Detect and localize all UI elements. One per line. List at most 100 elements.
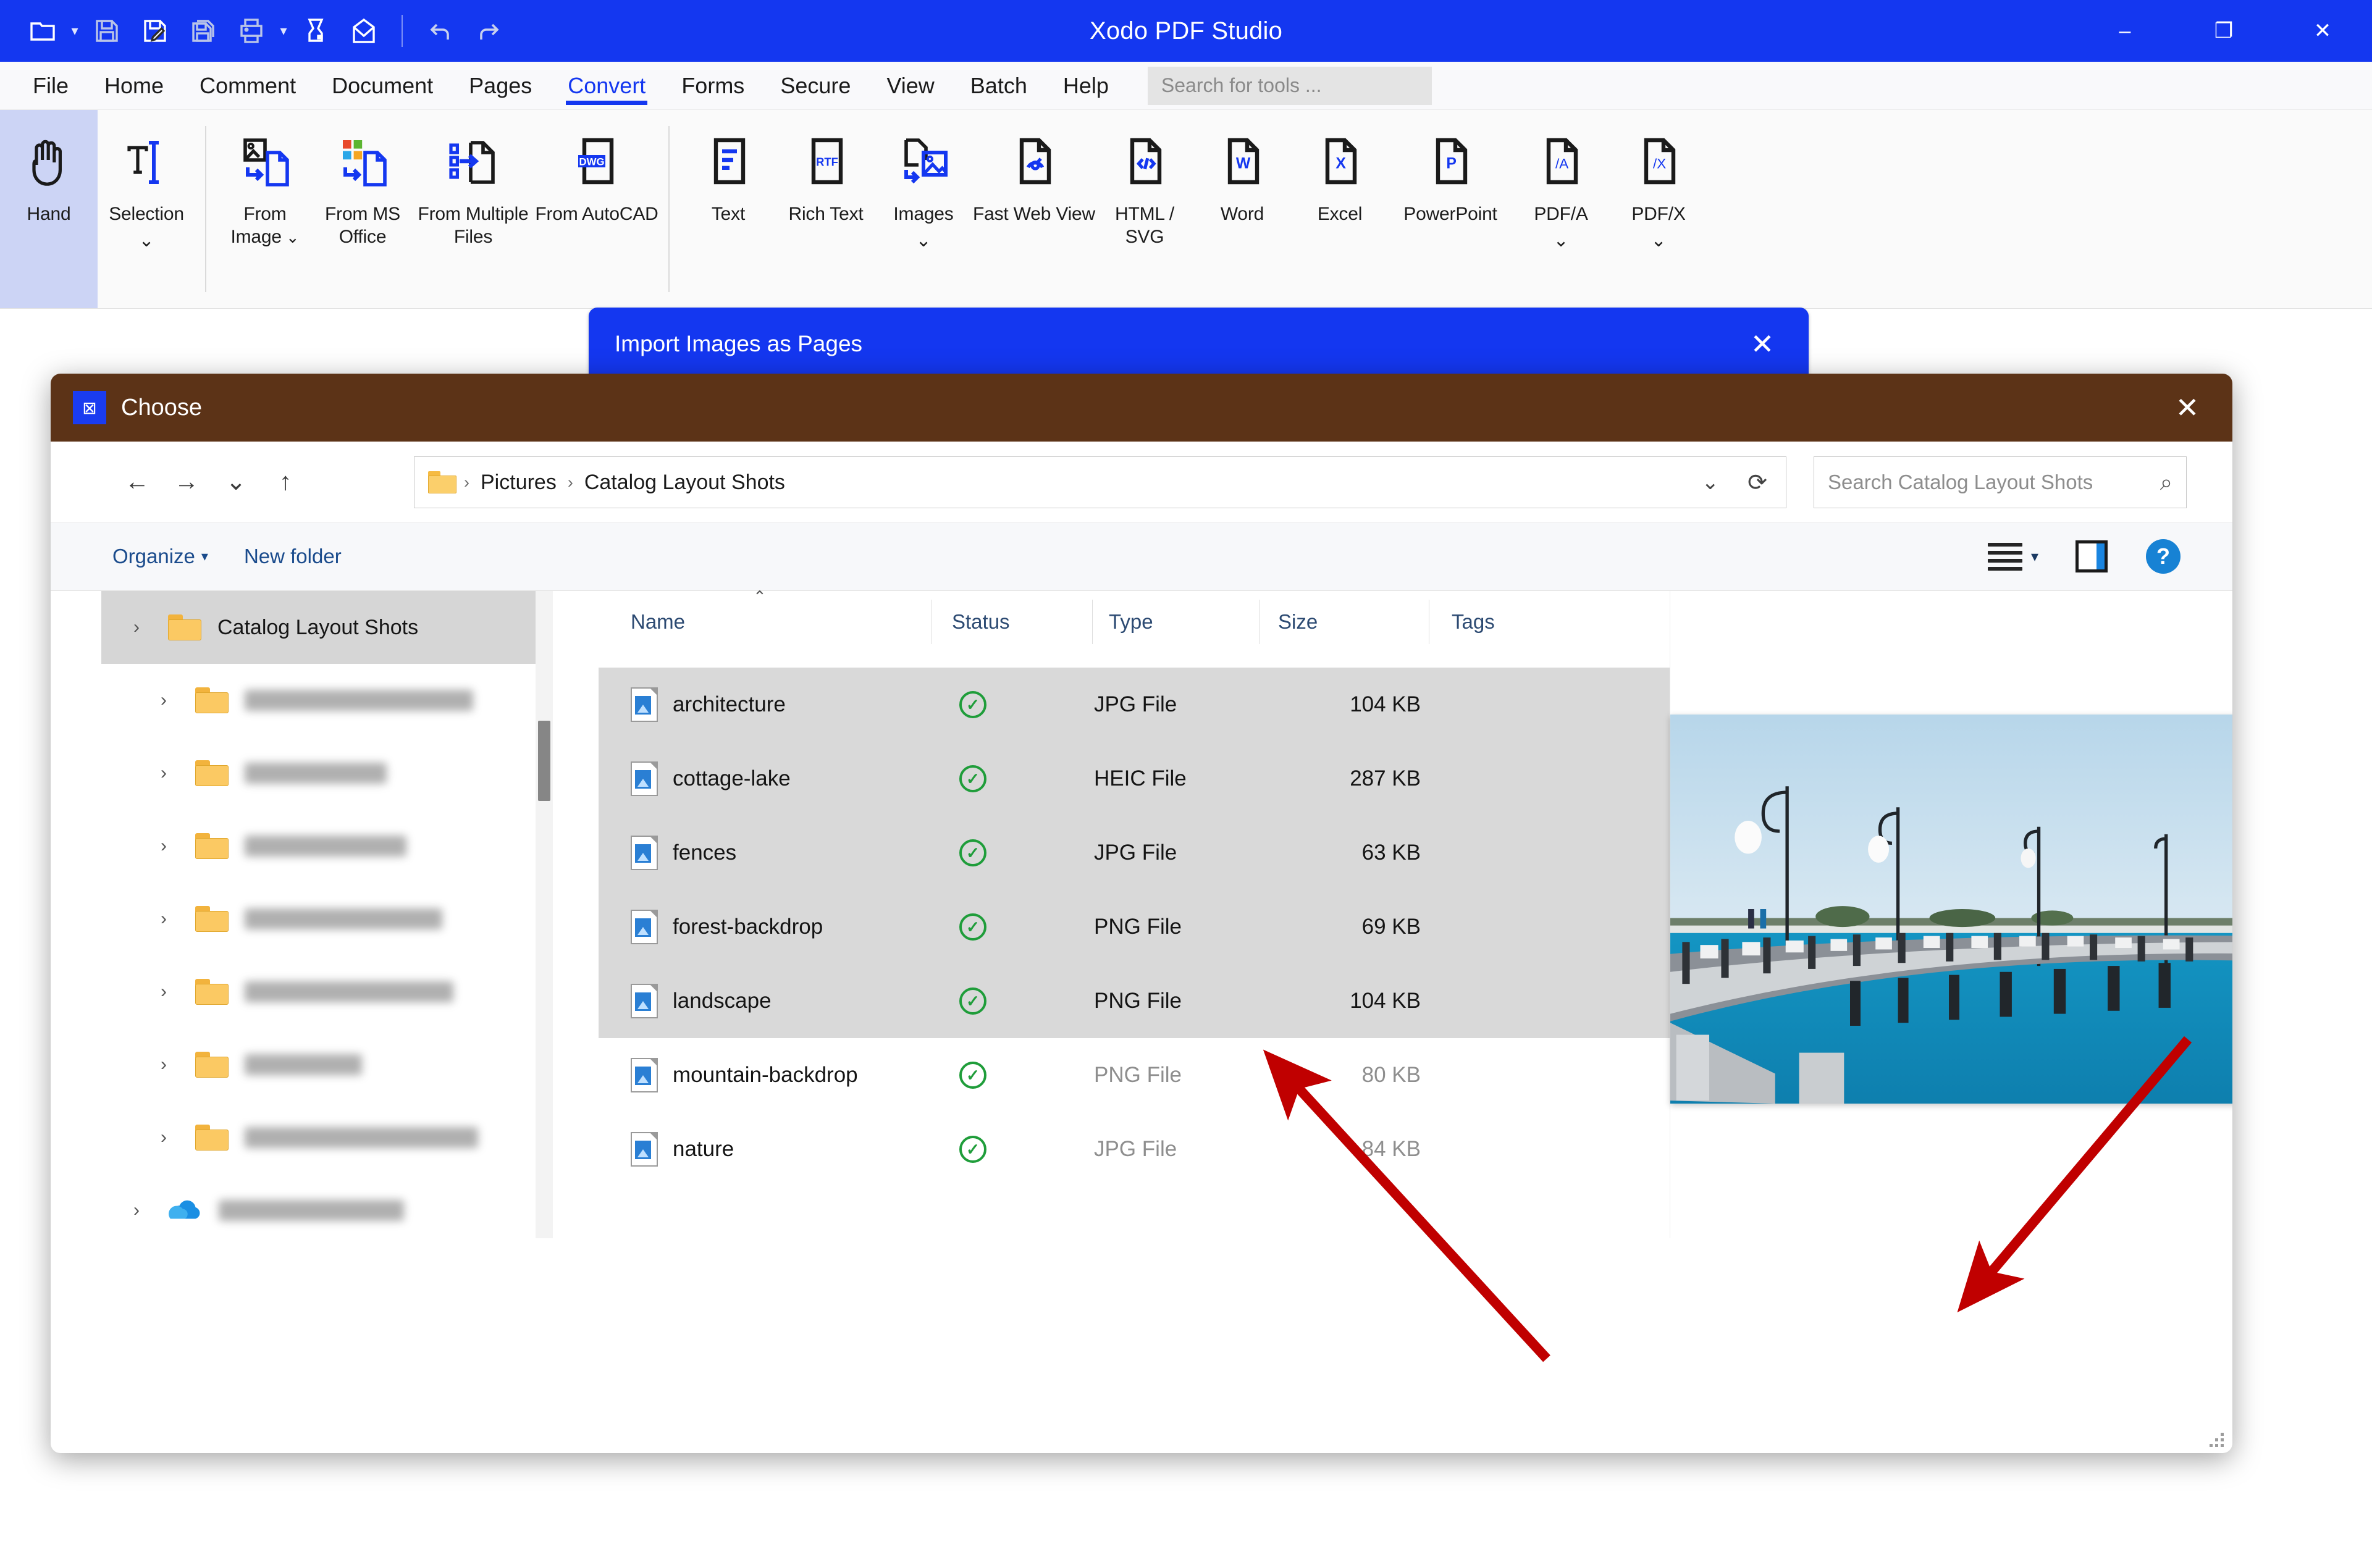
breadcrumb-catalog-layout-shots[interactable]: Catalog Layout Shots <box>581 471 789 495</box>
back-button[interactable]: ← <box>112 457 162 506</box>
ribbon-tool-rich-text[interactable]: RTF Rich Text <box>777 110 875 308</box>
breadcrumb-pictures[interactable]: Pictures <box>477 471 560 495</box>
menu-item-view[interactable]: View <box>868 62 952 110</box>
menu-item-document[interactable]: Document <box>314 62 451 110</box>
column-header-name[interactable]: ⌃ Name <box>599 587 932 644</box>
tree-item-catalog-layout-shots[interactable]: › Catalog Layout Shots <box>101 591 549 664</box>
table-row[interactable]: mountain-backdrop ✓ PNG File 80 KB <box>599 1038 1670 1112</box>
open-file-caret-icon[interactable]: ▾ <box>67 7 83 55</box>
close-button[interactable]: ✕ <box>2273 0 2372 62</box>
table-row[interactable]: architecture ✓ JPG File 104 KB <box>599 668 1670 742</box>
table-row[interactable]: nature ✓ JPG File 84 KB <box>599 1112 1670 1186</box>
print-caret-icon[interactable]: ▾ <box>275 7 292 55</box>
chevron-right-icon[interactable]: › <box>133 1200 168 1221</box>
redo-icon[interactable] <box>465 7 513 55</box>
import-dialog-close-icon[interactable]: ✕ <box>1741 308 1784 380</box>
pdfa-caret-icon[interactable]: ⌄ <box>1554 229 1569 252</box>
ribbon-tool-powerpoint[interactable]: P PowerPoint <box>1389 110 1512 308</box>
tree-item-redacted-5[interactable]: › <box>101 955 549 1028</box>
help-icon[interactable]: ? <box>2146 539 2181 574</box>
menu-item-home[interactable]: Home <box>86 62 182 110</box>
chevron-right-icon[interactable]: › <box>161 1127 195 1148</box>
menu-item-forms[interactable]: Forms <box>663 62 762 110</box>
chevron-down-icon[interactable]: ⌄ <box>1702 470 1720 495</box>
table-row[interactable]: forest-backdrop ✓ PNG File 69 KB <box>599 890 1670 964</box>
menu-item-file[interactable]: File <box>15 62 86 110</box>
tree-item-redacted-2[interactable]: › <box>101 737 549 810</box>
ribbon-tool-selection-caret-icon[interactable]: ⌄ <box>139 229 154 252</box>
menu-item-help[interactable]: Help <box>1045 62 1127 110</box>
chevron-right-icon[interactable]: › <box>161 981 195 1002</box>
folder-icon <box>195 833 229 859</box>
tree-item-redacted-6[interactable]: › <box>101 1028 549 1101</box>
save-edit-icon[interactable] <box>131 7 179 55</box>
maximize-button[interactable]: ❐ <box>2174 0 2273 62</box>
ribbon-tool-from-autocad[interactable]: DWG From AutoCAD <box>535 110 658 308</box>
ribbon-tool-word[interactable]: W Word <box>1193 110 1291 308</box>
chevron-right-icon[interactable]: › <box>161 763 195 784</box>
table-row[interactable]: fences ✓ JPG File 63 KB <box>599 816 1670 890</box>
email-icon[interactable] <box>340 7 388 55</box>
open-file-icon[interactable] <box>19 7 67 55</box>
from-image-caret-icon[interactable]: ⌄ <box>282 228 300 246</box>
ribbon-tool-html-svg[interactable]: HTML / SVG <box>1096 110 1193 308</box>
menu-item-convert[interactable]: Convert <box>550 62 663 110</box>
tree-item-onedrive-redacted[interactable]: › <box>101 1174 549 1238</box>
organize-button[interactable]: Organize ▾ <box>112 545 208 568</box>
column-header-status[interactable]: Status <box>932 600 1093 644</box>
tree-item-redacted-7[interactable]: › <box>101 1101 549 1174</box>
menu-item-comment[interactable]: Comment <box>182 62 314 110</box>
chevron-down-icon[interactable]: ▾ <box>2031 548 2038 566</box>
view-mode-icon[interactable] <box>1987 539 2022 574</box>
chevron-right-icon[interactable]: › <box>133 617 168 638</box>
menu-item-batch[interactable]: Batch <box>953 62 1045 110</box>
ribbon-tool-excel[interactable]: X Excel <box>1291 110 1389 308</box>
ribbon-tool-pdfx[interactable]: /X PDF/X ⌄ <box>1610 110 1707 308</box>
ribbon-tool-pdfa[interactable]: /A PDF/A ⌄ <box>1512 110 1610 308</box>
ribbon-tool-text[interactable]: Text <box>679 110 777 308</box>
table-row[interactable]: landscape ✓ PNG File 104 KB <box>599 964 1670 1038</box>
chevron-right-icon[interactable]: › <box>161 908 195 929</box>
choose-dialog-close-icon[interactable]: ✕ <box>2166 374 2209 442</box>
column-header-tags[interactable]: Tags <box>1429 600 1553 644</box>
tree-scrollbar[interactable] <box>536 591 553 1238</box>
pdfx-caret-icon[interactable]: ⌄ <box>1651 229 1667 252</box>
resize-grip[interactable] <box>2205 1428 2224 1447</box>
save-copy-icon[interactable] <box>179 7 227 55</box>
tree-scroll-thumb[interactable] <box>538 721 550 801</box>
refresh-icon[interactable]: ⟳ <box>1747 469 1767 497</box>
tree-item-redacted-4[interactable]: › <box>101 883 549 955</box>
tree-item-redacted-1[interactable]: › <box>101 664 549 737</box>
save-icon[interactable] <box>83 7 131 55</box>
chevron-right-icon[interactable]: › <box>161 836 195 857</box>
ribbon-tool-fast-web-view[interactable]: Fast Web View <box>972 110 1096 308</box>
print-icon[interactable] <box>227 7 275 55</box>
ribbon-tool-from-multiple-files[interactable]: From Multiple Files <box>411 110 535 308</box>
images-caret-icon[interactable]: ⌄ <box>916 229 932 252</box>
menu-item-secure[interactable]: Secure <box>762 62 868 110</box>
scan-icon[interactable] <box>292 7 340 55</box>
tree-item-redacted-3[interactable]: › <box>101 810 549 883</box>
forward-button[interactable]: → <box>162 457 211 506</box>
new-folder-button[interactable]: New folder <box>244 545 342 568</box>
address-bar[interactable]: › Pictures › Catalog Layout Shots ⌄ ⟳ <box>414 456 1786 508</box>
table-row[interactable]: cottage-lake ✓ HEIC File 287 KB <box>599 742 1670 816</box>
ribbon-tool-images[interactable]: Images ⌄ <box>875 110 972 308</box>
ribbon-tool-selection[interactable]: Selection ⌄ <box>98 110 195 308</box>
preview-pane-icon[interactable] <box>2076 540 2108 572</box>
column-header-size[interactable]: Size <box>1260 600 1429 644</box>
ribbon-tool-from-image[interactable]: From Image ⌄ <box>216 110 314 308</box>
column-header-type[interactable]: Type <box>1093 600 1260 644</box>
ribbon-tool-hand[interactable]: Hand <box>0 110 98 308</box>
up-button[interactable]: ↑ <box>261 457 310 506</box>
tree-item-label <box>245 836 406 857</box>
tool-search-input[interactable]: Search for tools ... <box>1147 66 1432 105</box>
menu-item-pages[interactable]: Pages <box>451 62 550 110</box>
chevron-right-icon[interactable]: › <box>161 690 195 711</box>
minimize-button[interactable]: – <box>2076 0 2174 62</box>
search-input[interactable]: Search Catalog Layout Shots ⌕ <box>1814 456 2187 508</box>
recent-locations-button[interactable]: ⌄ <box>211 457 261 506</box>
chevron-right-icon[interactable]: › <box>161 1054 195 1075</box>
ribbon-tool-from-ms-office[interactable]: From MS Office <box>314 110 411 308</box>
undo-icon[interactable] <box>416 7 465 55</box>
